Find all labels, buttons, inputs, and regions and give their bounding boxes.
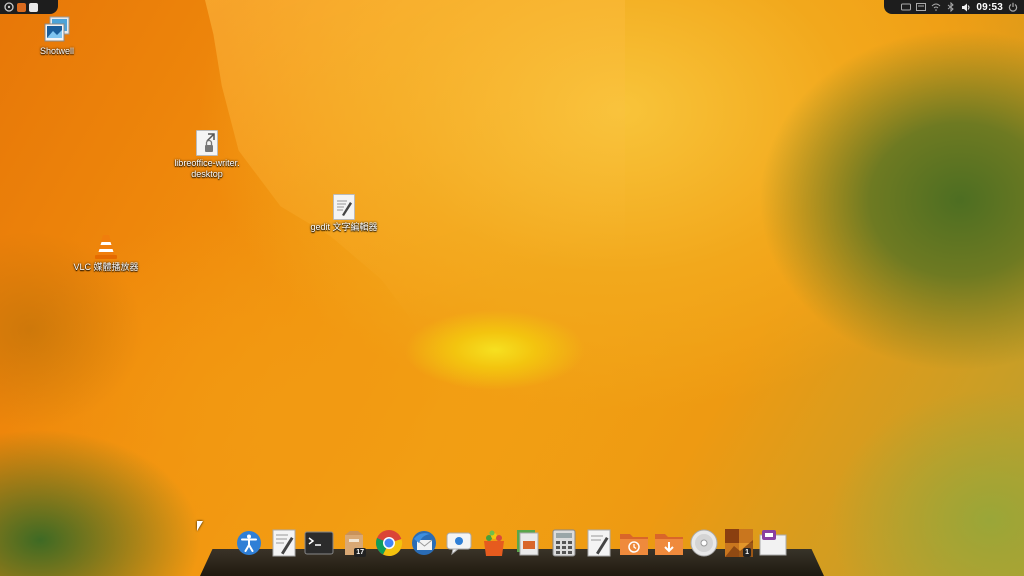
- dock-item-badge: 1: [743, 548, 751, 557]
- dock-item-disc[interactable]: [688, 528, 720, 558]
- dock-item-thunderbird[interactable]: [408, 528, 440, 558]
- text-editor-icon: [272, 529, 296, 557]
- dock-item-text-editor[interactable]: [268, 528, 300, 558]
- desktop-icon-label: libreoffice-writer. desktop: [174, 158, 240, 179]
- screen-icon: [759, 530, 787, 556]
- chat-icon: [446, 532, 472, 556]
- volume-icon[interactable]: [961, 2, 971, 12]
- top-panel-right: 09:53: [884, 0, 1024, 14]
- vlc-icon: [95, 235, 117, 259]
- dock-items: 17 1: [233, 528, 790, 558]
- desktop-icon-vlc[interactable]: VLC 媒體播放器: [61, 232, 151, 273]
- desktop-icon-label: Shotwell: [39, 46, 75, 56]
- desktop-icon-label: VLC 媒體播放器: [73, 262, 139, 272]
- accessibility-icon: [237, 531, 261, 555]
- dock-item-chrome[interactable]: [373, 528, 405, 558]
- chrome-icon: [376, 530, 403, 557]
- dock-item-accessibility[interactable]: [233, 528, 265, 558]
- desktop-file-icon: [196, 130, 218, 156]
- messaging-icon[interactable]: [916, 2, 927, 12]
- dock-item-store[interactable]: [478, 528, 510, 558]
- files-icon[interactable]: [17, 2, 26, 12]
- dock-item-screen[interactable]: [758, 528, 790, 558]
- wallpaper-petal-highlight: [205, 0, 625, 353]
- presentation-icon: [517, 530, 539, 556]
- desktop-icon-shotwell[interactable]: Shotwell: [12, 16, 102, 57]
- dock-item-badge: 17: [354, 548, 366, 557]
- documents-icon[interactable]: [29, 2, 38, 12]
- backup-folder-icon: [620, 534, 648, 555]
- wifi-icon[interactable]: [931, 2, 941, 12]
- dock-item-calculator[interactable]: [548, 528, 580, 558]
- top-panel-left: [0, 0, 58, 14]
- dock-item-terminal[interactable]: [303, 528, 335, 558]
- notes-icon: [587, 529, 611, 557]
- dock-item-photos[interactable]: 1: [723, 528, 755, 558]
- keyboard-icon[interactable]: [901, 2, 912, 12]
- dock: 17 1: [200, 525, 824, 576]
- clock[interactable]: 09:53: [976, 2, 1003, 13]
- bluetooth-icon[interactable]: [946, 2, 956, 12]
- terminal-icon: [304, 531, 334, 555]
- ubuntu-logo-icon[interactable]: [4, 2, 14, 12]
- desktop-icon-label: gedit 文字編輯器: [310, 222, 378, 232]
- store-icon: [484, 530, 504, 556]
- dock-item-chat[interactable]: [443, 528, 475, 558]
- text-editor-icon: [333, 194, 355, 220]
- dock-item-presentation[interactable]: [513, 528, 545, 558]
- desktop-wallpaper: [0, 0, 1024, 576]
- desktop-icon-gedit[interactable]: gedit 文字編輯器: [299, 194, 389, 233]
- downloads-folder-icon: [655, 534, 683, 555]
- dock-item-calendar[interactable]: 17: [338, 528, 370, 558]
- dock-item-downloads-folder[interactable]: [653, 528, 685, 558]
- thunderbird-icon: [412, 531, 436, 555]
- calculator-icon: [552, 529, 576, 557]
- disc-icon: [690, 529, 718, 557]
- power-icon[interactable]: [1008, 2, 1018, 12]
- dock-item-backup-folder[interactable]: [618, 528, 650, 558]
- shotwell-icon: [44, 16, 70, 42]
- dock-item-notes[interactable]: [583, 528, 615, 558]
- desktop-icon-libreoffice-writer[interactable]: libreoffice-writer. desktop: [162, 130, 252, 180]
